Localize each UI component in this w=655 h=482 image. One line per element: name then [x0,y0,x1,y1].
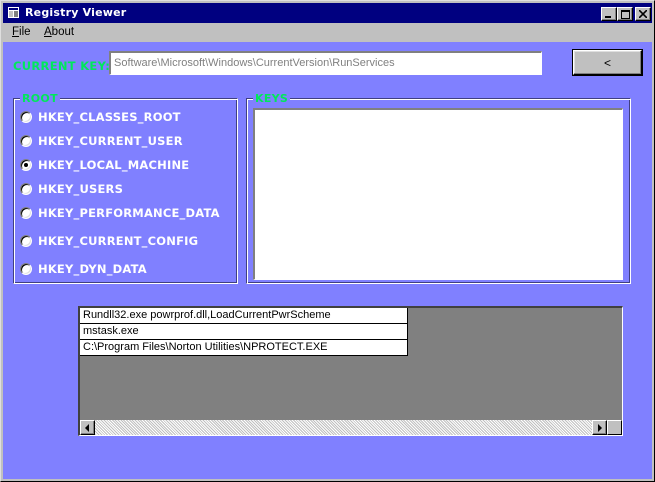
radio-hkey-local-machine[interactable]: HKEY_LOCAL_MACHINE [20,157,189,173]
radio-label: HKEY_PERFORMANCE_DATA [38,206,220,220]
radio-label: HKEY_DYN_DATA [38,262,147,276]
menu-bar: File About [3,24,652,42]
maximize-icon [620,9,630,19]
current-key-field[interactable]: Software\Microsoft\Windows\CurrentVersio… [109,51,542,75]
radio-label: HKEY_LOCAL_MACHINE [38,158,190,172]
menu-file[interactable]: File [12,26,31,38]
window-title: Registry Viewer [25,6,127,19]
radio-label: HKEY_CURRENT_CONFIG [38,234,199,248]
radio-button[interactable] [20,263,32,275]
minimize-button[interactable] [601,7,617,21]
menu-file-label: ile [19,26,31,38]
radio-label: HKEY_CLASSES_ROOT [38,110,181,124]
radio-button[interactable] [20,135,32,147]
values-grid[interactable]: Rundll32.exe powrprof.dll,LoadCurrentPwr… [78,306,623,436]
back-button[interactable]: < [572,49,643,76]
radio-button[interactable] [20,207,32,219]
minimize-icon [605,16,611,18]
radio-label: HKEY_USERS [38,182,124,196]
back-button-label: < [603,55,611,70]
scroll-right-button[interactable] [592,420,607,435]
keys-listbox[interactable] [253,108,623,280]
keys-legend: KEYS [253,92,291,105]
horizontal-scrollbar[interactable] [80,420,622,435]
table-row[interactable]: C:\Program Files\Norton Utilities\NPROTE… [80,340,408,356]
root-legend: ROOT [20,92,60,105]
title-bar[interactable]: Registry Viewer [3,3,652,23]
radio-hkey-classes-root[interactable]: HKEY_CLASSES_ROOT [20,109,181,125]
table-row[interactable]: Rundll32.exe powrprof.dll,LoadCurrentPwr… [80,308,408,324]
radio-button-checked[interactable] [20,159,32,171]
scroll-left-button[interactable] [80,420,95,435]
radio-label: HKEY_CURRENT_USER [38,134,183,148]
radio-hkey-current-config[interactable]: HKEY_CURRENT_CONFIG [20,233,198,249]
window-app-icon [8,7,19,18]
radio-hkey-users[interactable]: HKEY_USERS [20,181,123,197]
menu-file-hotkey: F [12,26,20,38]
client-area: CURRENT KEY: Software\Microsoft\Windows\… [3,42,652,479]
menu-about-hotkey: A [44,26,52,38]
radio-button[interactable] [20,235,32,247]
arrow-right-icon [597,423,602,432]
close-icon [639,10,647,18]
radio-hkey-dyn-data[interactable]: HKEY_DYN_DATA [20,261,147,277]
table-row[interactable]: mstask.exe [80,324,408,340]
menu-about[interactable]: About [44,26,74,38]
radio-hkey-performance-data[interactable]: HKEY_PERFORMANCE_DATA [20,205,220,221]
close-button[interactable] [635,7,651,21]
menu-about-label: bout [51,26,75,38]
arrow-left-icon [84,423,89,432]
maximize-button[interactable] [617,7,633,21]
radio-button[interactable] [20,183,32,195]
current-key-label: CURRENT KEY: [13,59,111,73]
scroll-thumb[interactable] [607,420,622,435]
radio-button[interactable] [20,111,32,123]
keys-groupbox: KEYS [246,92,631,284]
radio-hkey-current-user[interactable]: HKEY_CURRENT_USER [20,133,183,149]
root-groupbox: ROOT HKEY_CLASSES_ROOT HKEY_CURRENT_USER… [13,92,238,284]
registry-viewer-window: Registry Viewer File About CURRENT KEY: … [0,0,655,482]
